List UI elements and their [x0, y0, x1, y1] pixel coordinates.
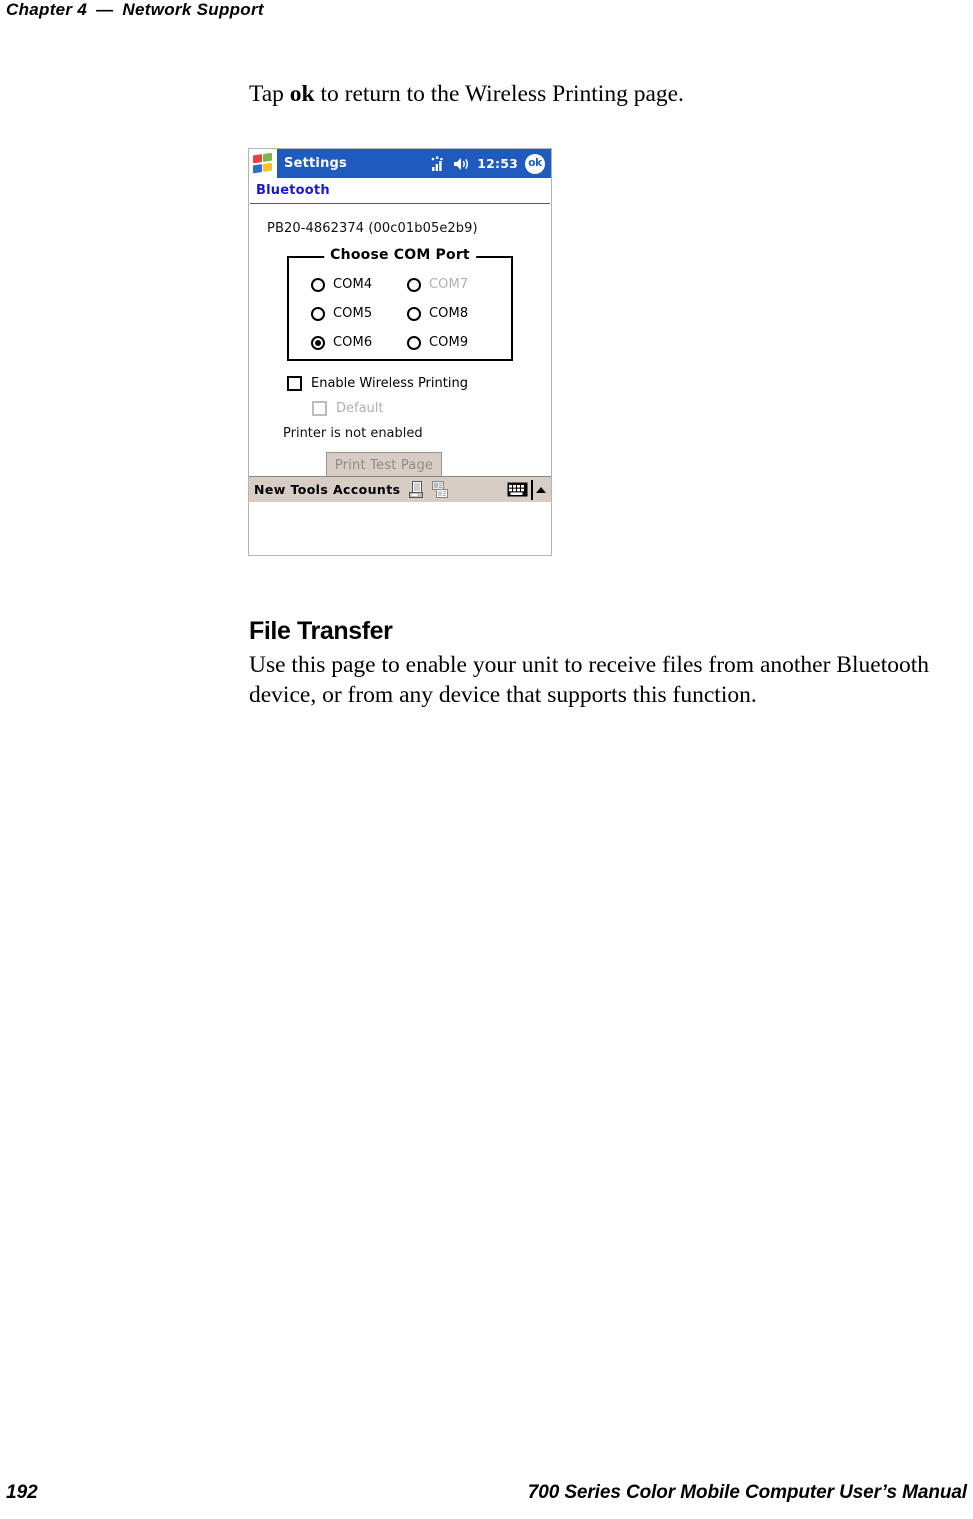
pda-app-title: Settings	[284, 156, 347, 171]
radio-com9[interactable]	[407, 335, 421, 350]
windows-logo-icon[interactable]	[249, 149, 277, 178]
com-group-legend: Choose COM Port	[324, 247, 476, 263]
footer-manual-title: 700 Series Color Mobile Computer User’s …	[527, 1482, 967, 1503]
pda-screenshot: Settings 12:53 ok Bluetooth PB20-4862374…	[248, 148, 552, 556]
com-port-options: COM4 COM7 COM5 COM8 COM6 COM9	[311, 270, 503, 357]
radio-option-com8[interactable]: COM8	[407, 306, 503, 321]
header-dash: —	[96, 0, 114, 19]
intro-text-after: to return to the Wireless Printing page.	[314, 81, 684, 107]
pda-command-bar: New Tools Accounts	[249, 476, 551, 502]
radio-com6[interactable]	[311, 335, 325, 350]
radio-com4[interactable]	[311, 277, 325, 292]
device-id-label: PB20-4862374 (00c01b05e2b9)	[267, 221, 478, 236]
checkbox-label-default: Default	[336, 401, 384, 416]
radio-option-com7[interactable]: COM7	[407, 277, 503, 292]
radio-option-com6[interactable]: COM6	[311, 335, 407, 350]
signal-bars-icon[interactable]	[431, 155, 446, 172]
titlebar-status-area: 12:53 ok	[431, 153, 551, 174]
header-chapter: Chapter 4	[6, 0, 88, 19]
radio-com8[interactable]	[407, 306, 421, 321]
command-bar-menus[interactable]: New Tools Accounts	[254, 482, 400, 497]
command-bar-sip-area	[507, 479, 546, 500]
radio-option-com4[interactable]: COM4	[311, 277, 407, 292]
section-paragraph-file-transfer: Use this page to enable your unit to rec…	[249, 652, 929, 708]
document-list-icon[interactable]	[432, 480, 450, 499]
clock: 12:53	[477, 156, 518, 171]
print-test-page-button[interactable]: Print Test Page	[326, 452, 442, 479]
checkbox-default[interactable]	[312, 401, 327, 416]
printer-status-label: Printer is not enabled	[283, 426, 423, 441]
radio-label-com8: COM8	[429, 306, 469, 321]
radio-option-com5[interactable]: COM5	[311, 306, 407, 321]
speaker-icon[interactable]	[453, 157, 470, 171]
chevron-up-icon[interactable]	[536, 486, 546, 493]
pda-page-title: Bluetooth	[249, 178, 551, 203]
radio-label-com5: COM5	[333, 306, 373, 321]
pda-titlebar: Settings 12:53 ok	[249, 149, 551, 178]
radio-com5[interactable]	[311, 306, 325, 321]
sip-divider	[531, 479, 533, 500]
pda-page-title-label: Bluetooth	[256, 183, 330, 198]
checkbox-row-enable-wireless-printing[interactable]: Enable Wireless Printing	[287, 376, 468, 391]
radio-label-com9: COM9	[429, 335, 469, 350]
radio-option-com9[interactable]: COM9	[407, 335, 503, 350]
ok-button[interactable]: ok	[525, 153, 545, 174]
keyboard-icon[interactable]	[507, 482, 528, 497]
radio-label-com7: COM7	[429, 277, 469, 292]
printer-device-icon[interactable]	[409, 480, 426, 499]
command-bar-icons	[409, 480, 450, 499]
section-heading-file-transfer: File Transfer	[249, 617, 393, 645]
radio-com7[interactable]	[407, 277, 421, 292]
radio-label-com4: COM4	[333, 277, 373, 292]
choose-com-port-group: Choose COM Port COM4 COM7 COM5 COM8 COM6…	[287, 247, 513, 361]
checkbox-enable-wireless-printing[interactable]	[287, 376, 302, 391]
running-header: Chapter 4 — Network Support	[6, 0, 264, 20]
intro-text-before: Tap	[249, 81, 290, 107]
pda-body: PB20-4862374 (00c01b05e2b9) Choose COM P…	[249, 204, 551, 502]
header-title: Network Support	[122, 0, 264, 19]
radio-label-com6: COM6	[333, 335, 373, 350]
footer-page-number: 192	[6, 1482, 38, 1503]
intro-bold-word: ok	[289, 81, 315, 107]
intro-paragraph: Tap ok to return to the Wireless Printin…	[249, 79, 961, 109]
checkbox-row-default[interactable]: Default	[312, 401, 384, 416]
checkbox-label-enable-wireless-printing: Enable Wireless Printing	[311, 376, 468, 391]
